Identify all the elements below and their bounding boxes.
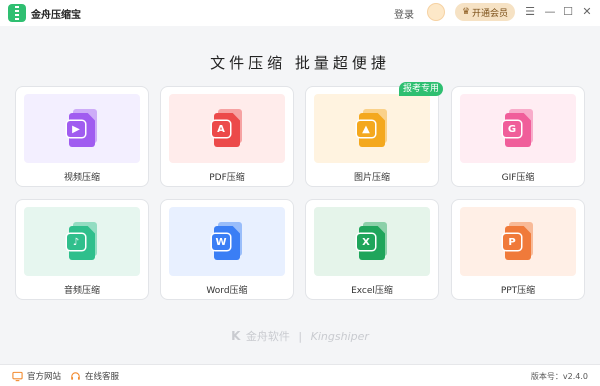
excel-file-icon: X bbox=[357, 222, 389, 260]
brand-logo-icon: K bbox=[231, 329, 241, 343]
app-logo-icon bbox=[8, 4, 26, 22]
menu-icon[interactable]: ☰ bbox=[523, 4, 537, 20]
status-bar: 官方网站 在线客服 版本号：v2.4.0 bbox=[0, 364, 600, 386]
card-illustration: ▲ bbox=[314, 94, 430, 163]
version-label: 版本号：v2.4.0 bbox=[530, 372, 588, 381]
card-label: Excel压缩 bbox=[351, 286, 393, 296]
card-4[interactable]: ♪ 音频压缩 bbox=[15, 199, 149, 300]
word-file-icon: W bbox=[212, 222, 244, 260]
page-title: 文件压缩 批量超便捷 bbox=[210, 54, 390, 72]
card-label: PPT压缩 bbox=[500, 286, 536, 296]
card-illustration: P bbox=[460, 207, 576, 276]
online-service-link[interactable]: 在线客服 bbox=[70, 370, 119, 382]
pdf-file-icon: A bbox=[212, 109, 244, 147]
video-file-icon: ▶ bbox=[67, 109, 99, 147]
card-illustration: W bbox=[169, 207, 285, 276]
title-bar: 金舟压缩宝 登录 ♛ 开通会员 ☰ — ☐ ✕ bbox=[0, 0, 600, 26]
online-service-label: 在线客服 bbox=[85, 372, 120, 382]
card-7[interactable]: P PPT压缩 bbox=[451, 199, 585, 300]
card-illustration: ▶ bbox=[24, 94, 140, 163]
vip-button-label: 开通会员 bbox=[472, 8, 509, 19]
app-title: 金舟压缩宝 bbox=[31, 10, 81, 21]
card-3[interactable]: G GIF压缩 bbox=[451, 86, 585, 187]
card-2[interactable]: ▲ 图片压缩 bbox=[305, 86, 439, 187]
vip-button[interactable]: ♛ 开通会员 bbox=[455, 3, 515, 21]
ppt-file-icon: P bbox=[503, 222, 535, 260]
brand-watermark: K 金舟软件 | Kingshiper bbox=[0, 328, 600, 344]
card-illustration: ♪ bbox=[24, 207, 140, 276]
card-label: GIF压缩 bbox=[501, 173, 535, 183]
card-illustration: G bbox=[460, 94, 576, 163]
login-button[interactable]: 登录 bbox=[394, 6, 414, 21]
card-label: PDF压缩 bbox=[209, 173, 245, 183]
exam-badge: 报考专用 bbox=[399, 82, 444, 96]
audio-file-icon: ♪ bbox=[67, 222, 99, 260]
card-label: 图片压缩 bbox=[353, 173, 390, 183]
image-file-icon: ▲ bbox=[357, 109, 389, 147]
card-6[interactable]: X Excel压缩 bbox=[305, 199, 439, 300]
minimize-icon[interactable]: — bbox=[543, 4, 557, 20]
maximize-icon[interactable]: ☐ bbox=[561, 4, 575, 20]
headset-icon bbox=[71, 371, 80, 380]
card-5[interactable]: W Word压缩 bbox=[160, 199, 294, 300]
brand-separator: | bbox=[298, 330, 303, 343]
close-icon[interactable]: ✕ bbox=[580, 4, 594, 20]
brand-cn: 金舟软件 bbox=[245, 330, 290, 343]
card-label: Word压缩 bbox=[206, 286, 248, 296]
card-label: 视频压缩 bbox=[63, 173, 100, 183]
official-website-label: 官方网站 bbox=[27, 372, 62, 382]
avatar[interactable] bbox=[427, 3, 445, 21]
gif-file-icon: G bbox=[503, 109, 535, 147]
card-0[interactable]: ▶ 视频压缩 bbox=[15, 86, 149, 187]
brand-en: Kingshiper bbox=[310, 330, 369, 343]
card-label: 音频压缩 bbox=[63, 286, 100, 296]
official-website-link[interactable]: 官方网站 bbox=[12, 370, 61, 382]
card-1[interactable]: A PDF压缩 bbox=[160, 86, 294, 187]
card-illustration: A bbox=[169, 94, 285, 163]
crown-icon: ♛ bbox=[461, 7, 471, 17]
card-illustration: X bbox=[314, 207, 430, 276]
monitor-icon bbox=[12, 371, 23, 381]
